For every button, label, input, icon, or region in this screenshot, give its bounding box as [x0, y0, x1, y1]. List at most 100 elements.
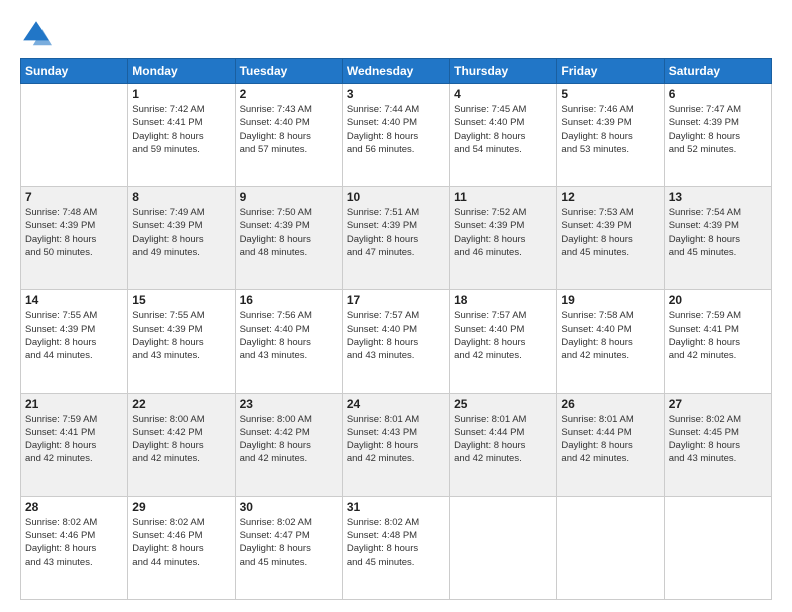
day-number: 21 [25, 397, 123, 411]
day-cell: 8 Sunrise: 7:49 AM Sunset: 4:39 PM Daylig… [128, 187, 235, 290]
day-cell: 22 Sunrise: 8:00 AM Sunset: 4:42 PM Dayli… [128, 393, 235, 496]
day-cell: 24Sunrise: 8:01 AM Sunset: 4:43 PM Dayli… [342, 393, 449, 496]
week-row-5: 28 Sunrise: 8:02 AM Sunset: 4:46 PM Dayli… [21, 496, 772, 599]
day-number: 20 [669, 293, 767, 307]
day-number: 29 [132, 500, 230, 514]
day-info: Sunrise: 8:02 AM Sunset: 4:46 PM Dayligh… [132, 516, 230, 569]
weekday-header-monday: Monday [128, 59, 235, 84]
day-cell: 20 Sunrise: 7:59 AM Sunset: 4:41 PM Dayli… [664, 290, 771, 393]
day-number: 22 [132, 397, 230, 411]
day-info: Sunrise: 7:54 AM Sunset: 4:39 PM Dayligh… [669, 206, 767, 259]
day-info: Sunrise: 7:48 AM Sunset: 4:39 PM Dayligh… [25, 206, 123, 259]
day-info: Sunrise: 8:02 AM Sunset: 4:46 PM Dayligh… [25, 516, 123, 569]
day-cell: 12 Sunrise: 7:53 AM Sunset: 4:39 PM Dayli… [557, 187, 664, 290]
day-info: Sunrise: 7:55 AM Sunset: 4:39 PM Dayligh… [132, 309, 230, 362]
day-cell [21, 84, 128, 187]
day-info: Sunrise: 7:45 AM Sunset: 4:40 PM Dayligh… [454, 103, 552, 156]
weekday-header-friday: Friday [557, 59, 664, 84]
day-info: Sunrise: 7:59 AM Sunset: 4:41 PM Dayligh… [669, 309, 767, 362]
day-info: Sunrise: 7:57 AM Sunset: 4:40 PM Dayligh… [347, 309, 445, 362]
day-number: 1 [132, 87, 230, 101]
day-cell: 5 Sunrise: 7:46 AM Sunset: 4:39 PM Daylig… [557, 84, 664, 187]
day-cell: 14 Sunrise: 7:55 AM Sunset: 4:39 PM Dayli… [21, 290, 128, 393]
day-info: Sunrise: 8:02 AM Sunset: 4:45 PM Dayligh… [669, 413, 767, 466]
day-cell: 28 Sunrise: 8:02 AM Sunset: 4:46 PM Dayli… [21, 496, 128, 599]
day-info: Sunrise: 7:56 AM Sunset: 4:40 PM Dayligh… [240, 309, 338, 362]
day-number: 19 [561, 293, 659, 307]
day-info: Sunrise: 7:52 AM Sunset: 4:39 PM Dayligh… [454, 206, 552, 259]
day-cell: 4 Sunrise: 7:45 AM Sunset: 4:40 PM Daylig… [450, 84, 557, 187]
day-number: 13 [669, 190, 767, 204]
day-info: Sunrise: 8:01 AM Sunset: 4:44 PM Dayligh… [561, 413, 659, 466]
day-info: Sunrise: 8:01 AM Sunset: 4:44 PM Dayligh… [454, 413, 552, 466]
day-number: 30 [240, 500, 338, 514]
day-cell: 3 Sunrise: 7:44 AM Sunset: 4:40 PM Daylig… [342, 84, 449, 187]
day-info: Sunrise: 7:42 AM Sunset: 4:41 PM Dayligh… [132, 103, 230, 156]
day-info: Sunrise: 8:02 AM Sunset: 4:48 PM Dayligh… [347, 516, 445, 569]
day-cell [450, 496, 557, 599]
day-cell: 31Sunrise: 8:02 AM Sunset: 4:48 PM Dayli… [342, 496, 449, 599]
day-number: 4 [454, 87, 552, 101]
day-number: 24 [347, 397, 445, 411]
day-number: 12 [561, 190, 659, 204]
day-number: 3 [347, 87, 445, 101]
day-info: Sunrise: 8:00 AM Sunset: 4:42 PM Dayligh… [132, 413, 230, 466]
calendar-table: SundayMondayTuesdayWednesdayThursdayFrid… [20, 58, 772, 600]
day-number: 27 [669, 397, 767, 411]
day-number: 6 [669, 87, 767, 101]
day-cell: 10 Sunrise: 7:51 AM Sunset: 4:39 PM Dayli… [342, 187, 449, 290]
day-cell: 11Sunrise: 7:52 AM Sunset: 4:39 PM Dayli… [450, 187, 557, 290]
day-number: 8 [132, 190, 230, 204]
day-cell: 29 Sunrise: 8:02 AM Sunset: 4:46 PM Dayli… [128, 496, 235, 599]
day-cell: 2Sunrise: 7:43 AM Sunset: 4:40 PM Daylig… [235, 84, 342, 187]
weekday-header-tuesday: Tuesday [235, 59, 342, 84]
day-info: Sunrise: 7:55 AM Sunset: 4:39 PM Dayligh… [25, 309, 123, 362]
day-info: Sunrise: 7:58 AM Sunset: 4:40 PM Dayligh… [561, 309, 659, 362]
day-cell: 15 Sunrise: 7:55 AM Sunset: 4:39 PM Dayli… [128, 290, 235, 393]
day-cell: 18 Sunrise: 7:57 AM Sunset: 4:40 PM Dayli… [450, 290, 557, 393]
day-number: 9 [240, 190, 338, 204]
day-info: Sunrise: 8:02 AM Sunset: 4:47 PM Dayligh… [240, 516, 338, 569]
day-info: Sunrise: 7:46 AM Sunset: 4:39 PM Dayligh… [561, 103, 659, 156]
day-cell [664, 496, 771, 599]
day-number: 15 [132, 293, 230, 307]
weekday-header-row: SundayMondayTuesdayWednesdayThursdayFrid… [21, 59, 772, 84]
day-info: Sunrise: 7:59 AM Sunset: 4:41 PM Dayligh… [25, 413, 123, 466]
day-cell: 9 Sunrise: 7:50 AM Sunset: 4:39 PM Daylig… [235, 187, 342, 290]
day-cell: 30 Sunrise: 8:02 AM Sunset: 4:47 PM Dayli… [235, 496, 342, 599]
day-number: 28 [25, 500, 123, 514]
day-cell [557, 496, 664, 599]
day-cell: 21 Sunrise: 7:59 AM Sunset: 4:41 PM Dayli… [21, 393, 128, 496]
day-number: 7 [25, 190, 123, 204]
day-number: 25 [454, 397, 552, 411]
weekday-header-saturday: Saturday [664, 59, 771, 84]
day-number: 18 [454, 293, 552, 307]
day-info: Sunrise: 7:44 AM Sunset: 4:40 PM Dayligh… [347, 103, 445, 156]
weekday-header-sunday: Sunday [21, 59, 128, 84]
day-info: Sunrise: 7:51 AM Sunset: 4:39 PM Dayligh… [347, 206, 445, 259]
weekday-header-thursday: Thursday [450, 59, 557, 84]
day-info: Sunrise: 7:53 AM Sunset: 4:39 PM Dayligh… [561, 206, 659, 259]
day-number: 23 [240, 397, 338, 411]
day-info: Sunrise: 7:50 AM Sunset: 4:39 PM Dayligh… [240, 206, 338, 259]
day-number: 10 [347, 190, 445, 204]
day-info: Sunrise: 7:57 AM Sunset: 4:40 PM Dayligh… [454, 309, 552, 362]
day-cell: 7 Sunrise: 7:48 AM Sunset: 4:39 PM Daylig… [21, 187, 128, 290]
day-cell: 19 Sunrise: 7:58 AM Sunset: 4:40 PM Dayli… [557, 290, 664, 393]
day-info: Sunrise: 8:00 AM Sunset: 4:42 PM Dayligh… [240, 413, 338, 466]
day-info: Sunrise: 7:47 AM Sunset: 4:39 PM Dayligh… [669, 103, 767, 156]
day-cell: 1 Sunrise: 7:42 AM Sunset: 4:41 PM Daylig… [128, 84, 235, 187]
day-cell: 23 Sunrise: 8:00 AM Sunset: 4:42 PM Dayli… [235, 393, 342, 496]
day-cell: 17Sunrise: 7:57 AM Sunset: 4:40 PM Dayli… [342, 290, 449, 393]
day-number: 5 [561, 87, 659, 101]
day-cell: 26 Sunrise: 8:01 AM Sunset: 4:44 PM Dayli… [557, 393, 664, 496]
week-row-2: 7 Sunrise: 7:48 AM Sunset: 4:39 PM Daylig… [21, 187, 772, 290]
day-info: Sunrise: 7:49 AM Sunset: 4:39 PM Dayligh… [132, 206, 230, 259]
day-number: 26 [561, 397, 659, 411]
week-row-3: 14 Sunrise: 7:55 AM Sunset: 4:39 PM Dayli… [21, 290, 772, 393]
weekday-header-wednesday: Wednesday [342, 59, 449, 84]
day-cell: 6 Sunrise: 7:47 AM Sunset: 4:39 PM Daylig… [664, 84, 771, 187]
day-cell: 27 Sunrise: 8:02 AM Sunset: 4:45 PM Dayli… [664, 393, 771, 496]
page: SundayMondayTuesdayWednesdayThursdayFrid… [0, 0, 792, 612]
day-number: 14 [25, 293, 123, 307]
